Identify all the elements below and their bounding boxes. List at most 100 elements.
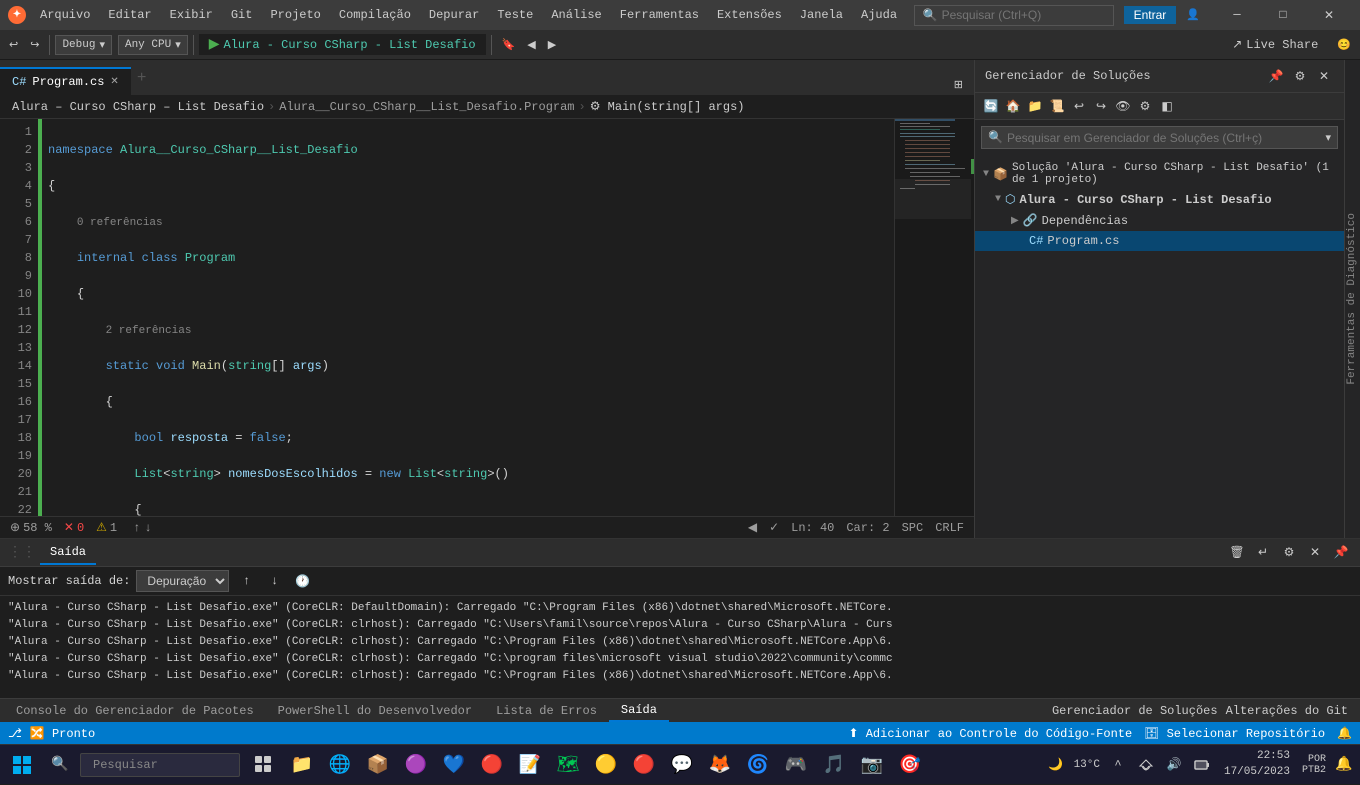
tab-powershell[interactable]: PowerShell do Desenvolvedor [266, 701, 484, 721]
taskbar-vscode-icon[interactable]: 💙 [436, 745, 472, 785]
volume-icon[interactable]: 🔊 [1162, 753, 1186, 777]
close-button[interactable]: ✕ [1306, 0, 1352, 30]
taskbar-vs-icon[interactable]: 🟣 [398, 745, 434, 785]
taskbar-files-icon[interactable]: 📁 [284, 745, 320, 785]
menu-compilacao[interactable]: Compilação [331, 6, 419, 24]
taskbar-media-icon[interactable]: 🎵 [816, 745, 852, 785]
tab-console[interactable]: Console do Gerenciador de Pacotes [4, 701, 266, 721]
task-view-btn[interactable] [246, 745, 282, 785]
tab-errors[interactable]: Lista de Erros [484, 701, 609, 721]
tab-program-cs[interactable]: C# Program.cs ✕ [0, 67, 131, 95]
minimize-button[interactable]: ─ [1214, 0, 1260, 30]
solution-root-item[interactable]: ▼ 📦 Solução 'Alura - Curso CSharp - List… [975, 159, 1344, 189]
global-search-input[interactable] [942, 8, 1092, 22]
taskbar-search[interactable]: Pesquisar [80, 753, 240, 777]
solution-search-input[interactable] [1007, 131, 1322, 145]
output-options-btn[interactable]: ⚙ [1278, 542, 1300, 564]
bookmark-btn[interactable]: 🔖 [497, 35, 521, 55]
sol-preview-btn[interactable]: ◧ [1157, 96, 1177, 116]
git-changes-link[interactable]: Alterações do Git [1226, 704, 1348, 718]
debug-config-dropdown[interactable]: Debug ▾ [55, 35, 112, 55]
taskbar-word-icon[interactable]: 📝 [512, 745, 548, 785]
undo-btn[interactable]: ↩ [4, 35, 23, 55]
taskbar-camera-icon[interactable]: 📷 [854, 745, 890, 785]
platform-dropdown[interactable]: Any CPU ▾ [118, 35, 188, 55]
live-share-button[interactable]: ↗ Live Share [1224, 34, 1326, 55]
menu-extensoes[interactable]: Extensões [709, 6, 790, 24]
prev-change-icon[interactable]: ◀ [748, 520, 757, 535]
sol-settings-btn[interactable]: ⚙ [1290, 66, 1310, 86]
add-source-control-btn[interactable]: ⬆ Adicionar ao Controle do Código-Fonte [848, 726, 1132, 741]
menu-analise[interactable]: Análise [543, 6, 609, 24]
menu-depurar[interactable]: Depurar [421, 6, 487, 24]
error-status[interactable]: ✕ 0 [64, 520, 84, 535]
language-display[interactable]: POR PTB2 [1300, 754, 1328, 776]
output-filter-icon1[interactable]: ↑ [235, 570, 257, 592]
tab-saida-bottom[interactable]: Saída [609, 700, 669, 722]
notification-center-btn[interactable]: 🔔 [1332, 745, 1356, 785]
taskbar-maps-icon[interactable]: 🗺 [550, 745, 586, 785]
taskbar-share-icon[interactable]: 🌀 [740, 745, 776, 785]
sol-close-btn[interactable]: ✕ [1314, 66, 1334, 86]
nav-back-btn[interactable]: ◀ [522, 35, 540, 55]
add-tab-btn[interactable]: + [131, 65, 153, 91]
taskbar-xbox-icon[interactable]: 🎮 [778, 745, 814, 785]
output-scrollbar[interactable] [0, 690, 1360, 698]
sol-pin-btn[interactable]: 📌 [1266, 66, 1286, 86]
output-filter-select[interactable]: Depuração [136, 570, 229, 592]
sol-folder-btn[interactable]: 📁 [1025, 96, 1045, 116]
temp-display[interactable]: 13°C [1072, 759, 1102, 771]
project-item[interactable]: ▼ ⬡ Alura - Curso CSharp - List Desafio [975, 189, 1344, 210]
program-cs-item[interactable]: C# Program.cs [975, 231, 1344, 251]
commit-status[interactable]: ✓ [769, 520, 779, 535]
sol-undo-btn[interactable]: ↩ [1069, 96, 1089, 116]
solution-search-box[interactable]: 🔍 ▾ [981, 126, 1338, 149]
up-arrow-icon[interactable]: ↑ [133, 521, 140, 535]
line-ending-status[interactable]: CRLF [935, 521, 964, 535]
notification-bell-icon[interactable]: 🔔 [1337, 726, 1352, 741]
menu-editar[interactable]: Editar [100, 6, 159, 24]
tab-saida[interactable]: Saída [40, 541, 96, 565]
taskbar-firefox-icon[interactable]: 🦊 [702, 745, 738, 785]
feedback-btn[interactable]: 😊 [1332, 35, 1356, 55]
global-search-box[interactable]: 🔍 [914, 5, 1114, 26]
taskbar-store-icon[interactable]: 📦 [360, 745, 396, 785]
signin-button[interactable]: Entrar [1124, 6, 1177, 24]
close-tab-icon[interactable]: ✕ [110, 76, 118, 88]
spaces-status[interactable]: SPC [902, 521, 924, 535]
output-pin-btn[interactable]: 📌 [1330, 542, 1352, 564]
menu-teste[interactable]: Teste [489, 6, 541, 24]
network-icon[interactable] [1134, 753, 1158, 777]
solution-search-options-icon[interactable]: ▾ [1325, 131, 1331, 145]
run-button[interactable]: ▶ Alura - Curso CSharp - List Desafio [199, 34, 486, 55]
zoom-status[interactable]: ⊕ 58 % [10, 520, 52, 535]
battery-icon[interactable] [1190, 753, 1214, 777]
down-arrow-icon[interactable]: ↓ [144, 521, 151, 535]
sol-redo-btn[interactable]: ↪ [1091, 96, 1111, 116]
menu-ajuda[interactable]: Ajuda [853, 6, 905, 24]
taskbar-target-icon[interactable]: 🎯 [892, 745, 928, 785]
output-close-btn[interactable]: ✕ [1304, 542, 1326, 564]
taskbar-edge-icon[interactable]: 🌐 [322, 745, 358, 785]
clock-display[interactable]: 22:53 17/05/2023 [1218, 749, 1296, 780]
sol-history-btn[interactable]: 📜 [1047, 96, 1067, 116]
output-filter-clock[interactable]: 🕐 [291, 570, 313, 592]
redo-btn[interactable]: ↪ [25, 35, 44, 55]
diagnostics-label[interactable]: Ferramentas de Diagnóstico [1344, 203, 1360, 395]
code-content[interactable]: namespace Alura__Curso_CSharp__List_Desa… [40, 119, 894, 516]
menu-ferramentas[interactable]: Ferramentas [612, 6, 707, 24]
output-filter-icon2[interactable]: ↓ [263, 570, 285, 592]
menu-projeto[interactable]: Projeto [262, 6, 328, 24]
select-repo-btn[interactable]: 🗄 Selecionar Repositório [1144, 726, 1325, 741]
nav-fwd-btn[interactable]: ▶ [543, 35, 561, 55]
sol-show-all-btn[interactable]: 👁 [1113, 96, 1133, 116]
clear-output-btn[interactable]: 🗑 [1226, 542, 1248, 564]
warning-status[interactable]: ⚠ 1 [96, 520, 117, 535]
taskbar-git-icon[interactable]: 🔴 [474, 745, 510, 785]
taskbar-opera-icon[interactable]: 🔴 [626, 745, 662, 785]
taskbar-skype-icon[interactable]: 💬 [664, 745, 700, 785]
menu-arquivo[interactable]: Arquivo [32, 6, 98, 24]
sol-sync-btn[interactable]: 🔄 [981, 96, 1001, 116]
menu-janela[interactable]: Janela [792, 6, 851, 24]
code-editor[interactable]: 1234567891011121314151617181920212223242… [0, 119, 974, 516]
